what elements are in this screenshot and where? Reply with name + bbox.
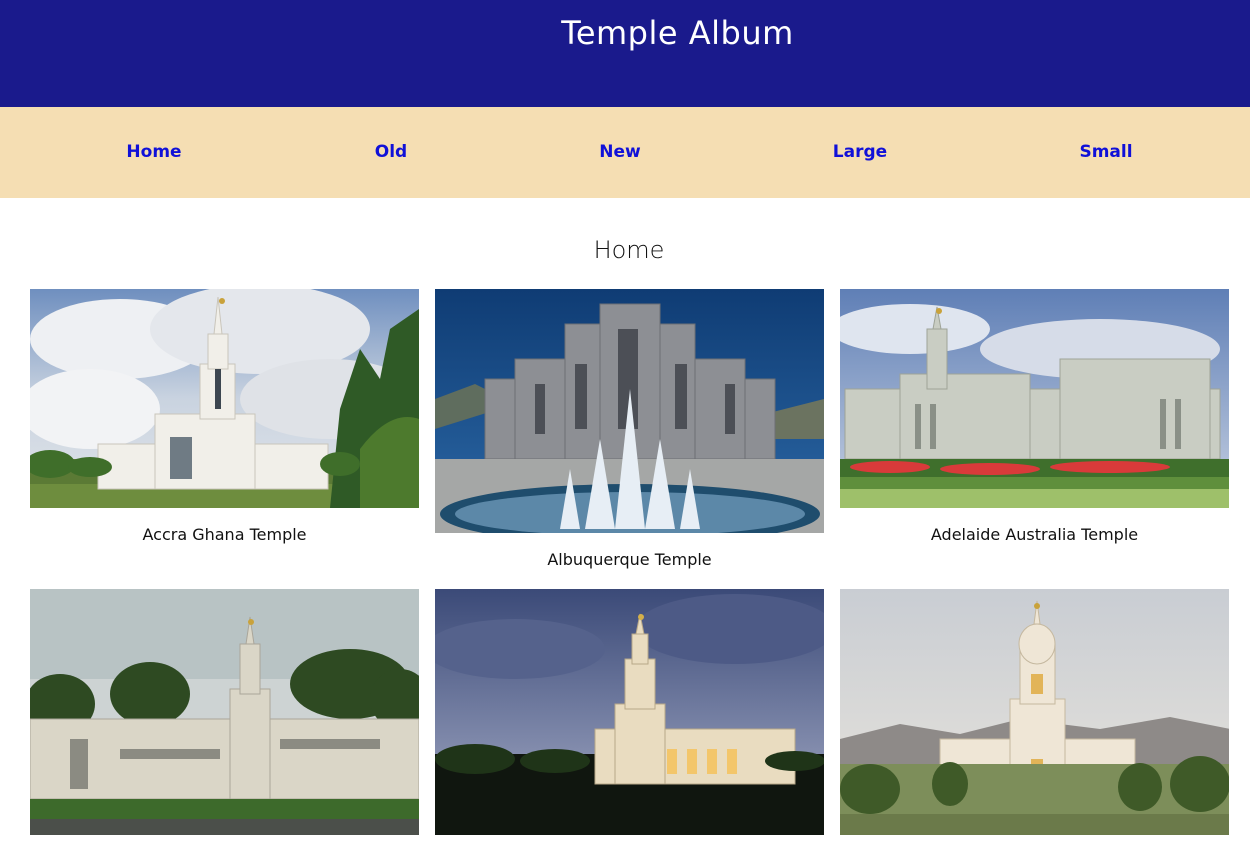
temple-card (840, 589, 1229, 852)
temple-photo-adelaide (840, 289, 1229, 508)
nav-link-new[interactable]: New (599, 142, 640, 162)
temple-card: Albuquerque Temple (435, 289, 824, 569)
temple-photo (30, 589, 419, 835)
nav-link-home[interactable]: Home (126, 142, 181, 162)
temple-name: Accra Ghana Temple (142, 525, 307, 544)
temple-card (435, 589, 824, 852)
nav-link-old[interactable]: Old (375, 142, 407, 162)
temple-card (30, 589, 419, 852)
temple-card: Adelaide Australia Temple (840, 289, 1229, 544)
main-nav: Home Old New Large Small (0, 107, 1250, 198)
site-header: Temple Album (0, 0, 1250, 107)
section-title: Home (593, 236, 665, 264)
site-title: Temple Album (561, 14, 794, 52)
temple-name: Adelaide Australia Temple (930, 525, 1139, 544)
temple-photo-albuquerque (435, 289, 824, 533)
temple-photo (840, 589, 1229, 835)
temple-photo (435, 589, 824, 835)
nav-link-large[interactable]: Large (833, 142, 887, 162)
nav-link-small[interactable]: Small (1079, 142, 1132, 162)
temple-photo-accra (30, 289, 419, 508)
temple-card: Accra Ghana Temple (30, 289, 419, 544)
temple-name: Albuquerque Temple (547, 550, 712, 569)
